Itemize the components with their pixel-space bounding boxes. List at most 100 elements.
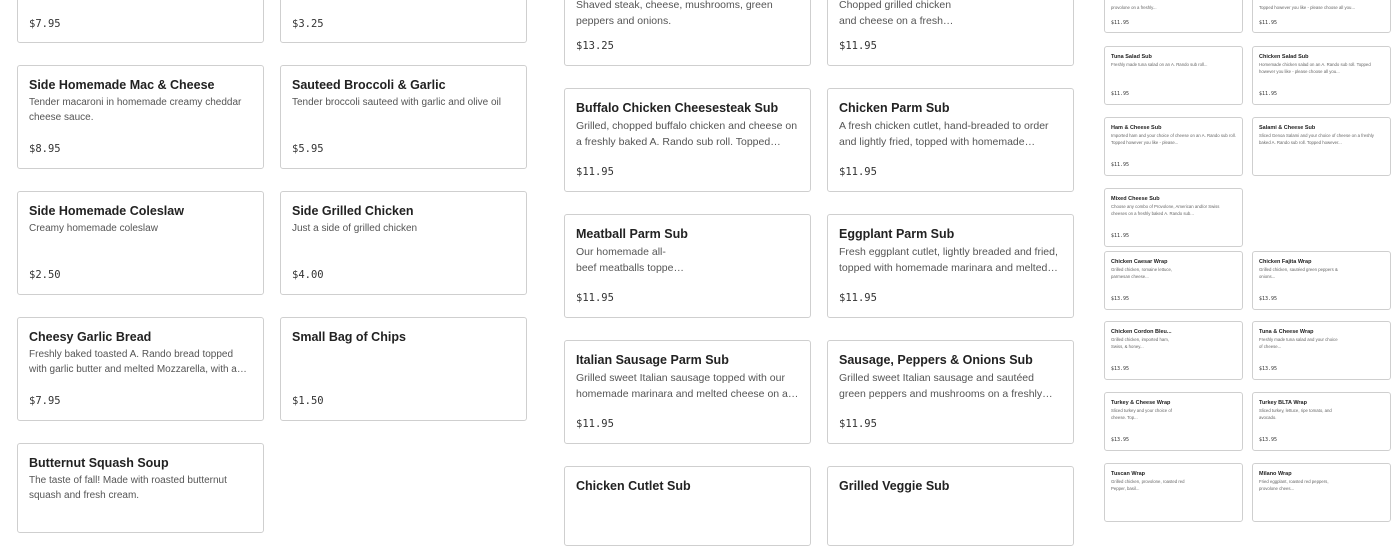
menu-item-card[interactable]: Chicken Parm Sub A fresh chicken cutlet,… bbox=[827, 88, 1074, 192]
menu-item-card[interactable]: Chicken Cutlet Sub bbox=[564, 466, 811, 546]
item-title: Cheesy Garlic Bread bbox=[29, 330, 152, 344]
mini-menu-card[interactable]: Salami & Cheese Sub Sliced Genoa Salami … bbox=[1252, 117, 1391, 176]
item-title: Tuscan Wrap bbox=[1111, 471, 1146, 477]
item-price: $11.95 bbox=[576, 166, 614, 178]
item-title: Chicken Caesar Wrap bbox=[1111, 259, 1168, 265]
mini-menu-card[interactable]: Tuna & Cheese Wrap Freshly made tuna sal… bbox=[1252, 321, 1391, 380]
item-title: Side Grilled Chicken bbox=[292, 204, 414, 218]
mini-menu-card[interactable]: Chicken Fajita Wrap Grilled chicken, sau… bbox=[1252, 251, 1391, 310]
item-price: $13.95 bbox=[1259, 437, 1278, 443]
item-description: Sliced turkey, lettuce, ripe tomato, and… bbox=[1259, 408, 1332, 420]
item-price: $13.95 bbox=[1111, 366, 1130, 372]
item-description: Imported ham and your choice of cheese o… bbox=[1111, 133, 1236, 145]
mini-menu-card[interactable]: Turkey BLTA Wrap Sliced turkey, lettuce,… bbox=[1252, 392, 1391, 451]
mini-menu-card[interactable]: Mixed Cheese Sub Choose any combo of Pro… bbox=[1104, 188, 1243, 247]
mini-menu-card[interactable]: Chicken Cordon Bleu... Grilled chicken, … bbox=[1104, 321, 1243, 380]
menu-item-card[interactable]: $7.95 bbox=[17, 0, 264, 43]
item-description: Tender macaroni in homemade creamy chedd… bbox=[29, 97, 242, 123]
item-title: Sausage, Peppers & Onions Sub bbox=[839, 353, 1033, 367]
item-title: Italian Sausage Parm Sub bbox=[576, 353, 729, 367]
item-title: Side Homemade Mac & Cheese bbox=[29, 78, 215, 92]
item-description: Fresh eggplant cutlet, lightly breaded a… bbox=[839, 246, 1058, 274]
item-description: Chopped grilled chicken and cheese on a … bbox=[839, 0, 952, 27]
menu-item-card[interactable]: $3.25 bbox=[280, 0, 527, 43]
item-description: Homemade chicken salad on an A. Rando su… bbox=[1259, 62, 1371, 74]
menu-item-card[interactable]: Sausage, Peppers & Onions Sub Grilled sw… bbox=[827, 340, 1074, 444]
menu-item-card[interactable]: Italian Sausage Parm Sub Grilled sweet I… bbox=[564, 340, 811, 444]
item-description: Choose any combo of Provolone, American … bbox=[1111, 204, 1220, 216]
item-price: $13.95 bbox=[1259, 366, 1278, 372]
menu-item-card[interactable]: Buffalo Chicken Cheesesteak Sub Grilled,… bbox=[564, 88, 811, 192]
menu-item-card[interactable]: Eggplant Parm Sub Fresh eggplant cutlet,… bbox=[827, 214, 1074, 318]
item-title: Chicken Cutlet Sub bbox=[576, 479, 691, 493]
item-price: $5.95 bbox=[292, 143, 324, 155]
item-description: The taste of fall! Made with roasted but… bbox=[29, 475, 227, 501]
item-description: provolone on a freshly... bbox=[1111, 5, 1157, 10]
item-title: Buffalo Chicken Cheesesteak Sub bbox=[576, 101, 779, 115]
item-price: $11.95 bbox=[839, 418, 877, 430]
item-description: Grilled chicken, romaine lettuce, parmes… bbox=[1111, 267, 1173, 279]
item-title: Turkey BLTA Wrap bbox=[1259, 400, 1307, 406]
mini-menu-card[interactable]: Chicken Caesar Wrap Grilled chicken, rom… bbox=[1104, 251, 1243, 310]
menu-item-card[interactable]: Small Bag of Chips $1.50 bbox=[280, 317, 527, 421]
item-description: A fresh chicken cutlet, hand-breaded to … bbox=[839, 120, 1049, 148]
mini-menu-card[interactable]: provolone on a freshly... $11.95 bbox=[1104, 0, 1243, 33]
item-price: $3.25 bbox=[292, 18, 324, 30]
mini-menu-card[interactable]: Chicken Salad Sub Homemade chicken salad… bbox=[1252, 46, 1391, 105]
item-title: Mixed Cheese Sub bbox=[1111, 196, 1160, 202]
item-price: $8.95 bbox=[29, 143, 61, 155]
menu-item-card[interactable]: Side Homemade Coleslaw Creamy homemade c… bbox=[17, 191, 264, 295]
item-description: Grilled chicken, provolone, roasted red … bbox=[1111, 479, 1185, 491]
item-price: $4.00 bbox=[292, 269, 324, 281]
menu-item-card[interactable]: Sauteed Broccoli & Garlic Tender broccol… bbox=[280, 65, 527, 169]
mini-menu-card[interactable]: Topped however you like - please choose … bbox=[1252, 0, 1391, 33]
item-description: Sliced Genoa Salami and your choice of c… bbox=[1259, 133, 1374, 145]
item-description: Grilled, chopped buffalo chicken and che… bbox=[576, 120, 798, 148]
menu-item-card[interactable]: Meatball Parm Sub Our homemade all-beef … bbox=[564, 214, 811, 318]
item-title: Salami & Cheese Sub bbox=[1259, 125, 1316, 131]
item-description: Freshly made tuna salad on an A. Rando s… bbox=[1111, 62, 1208, 67]
item-price: $13.95 bbox=[1111, 437, 1130, 443]
item-title: Turkey & Cheese Wrap bbox=[1111, 400, 1171, 406]
menu-item-card[interactable]: Shaved steak, cheese, mushrooms, green p… bbox=[564, 0, 811, 66]
item-description: Sliced turkey and your choice of cheese.… bbox=[1111, 408, 1172, 420]
item-description: Grilled chicken, imported ham, Swiss, & … bbox=[1111, 337, 1170, 349]
item-title: Small Bag of Chips bbox=[292, 330, 406, 344]
item-price: $11.95 bbox=[1111, 162, 1130, 168]
mini-menu-card[interactable]: Turkey & Cheese Wrap Sliced turkey and y… bbox=[1104, 392, 1243, 451]
item-description: Grilled sweet Italian sausage and sautée… bbox=[839, 372, 1043, 400]
menu-item-card[interactable]: Cheesy Garlic Bread Freshly baked toaste… bbox=[17, 317, 264, 421]
item-description: Shaved steak, cheese, mushrooms, green p… bbox=[576, 0, 773, 27]
item-price: $11.95 bbox=[839, 40, 877, 52]
item-title: Milano Wrap bbox=[1259, 471, 1292, 477]
item-description: Topped however you like - please choose … bbox=[1259, 5, 1356, 10]
menu-item-card[interactable]: Grilled Veggie Sub bbox=[827, 466, 1074, 546]
mini-menu-card[interactable]: Tuna Salad Sub Freshly made tuna salad o… bbox=[1104, 46, 1243, 105]
item-price: $11.95 bbox=[576, 292, 614, 304]
item-description: Just a side of grilled chicken bbox=[292, 223, 418, 234]
item-description: Our homemade all-beef meatballs topped w… bbox=[576, 246, 680, 274]
item-title: Tuna Salad Sub bbox=[1111, 54, 1152, 60]
item-price: $13.95 bbox=[1259, 296, 1278, 302]
mini-menu-card[interactable]: Milano Wrap Fried eggplant, roasted red … bbox=[1252, 463, 1391, 522]
item-price: $2.50 bbox=[29, 269, 61, 281]
item-price: $1.50 bbox=[292, 395, 324, 407]
mini-menu-card[interactable]: Tuscan Wrap Grilled chicken, provolone, … bbox=[1104, 463, 1243, 522]
menu-item-card[interactable]: Side Grilled Chicken Just a side of gril… bbox=[280, 191, 527, 295]
item-title: Chicken Parm Sub bbox=[839, 101, 950, 115]
item-price: $11.95 bbox=[1111, 20, 1130, 26]
item-price: $11.95 bbox=[1259, 20, 1278, 26]
item-description: Grilled chicken, sautéed green peppers &… bbox=[1259, 267, 1338, 279]
item-description: Freshly baked toasted A. Rando bread top… bbox=[29, 349, 237, 375]
menu-item-card[interactable]: Butternut Squash Soup The taste of fall!… bbox=[17, 443, 264, 533]
item-description: Tender broccoli sauteed with garlic and … bbox=[292, 97, 502, 108]
item-title: Side Homemade Coleslaw bbox=[29, 204, 184, 218]
menu-item-card[interactable]: Chopped grilled chicken and cheese on a … bbox=[827, 0, 1074, 66]
item-title: Sauteed Broccoli & Garlic bbox=[292, 78, 446, 92]
menu-item-card[interactable]: Side Homemade Mac & Cheese Tender macaro… bbox=[17, 65, 264, 169]
mini-menu-card[interactable]: Ham & Cheese Sub Imported ham and your c… bbox=[1104, 117, 1243, 176]
item-title: Butternut Squash Soup bbox=[29, 456, 169, 470]
item-title: Meatball Parm Sub bbox=[576, 227, 688, 241]
item-title: Grilled Veggie Sub bbox=[839, 479, 950, 493]
item-price: $7.95 bbox=[29, 395, 61, 407]
